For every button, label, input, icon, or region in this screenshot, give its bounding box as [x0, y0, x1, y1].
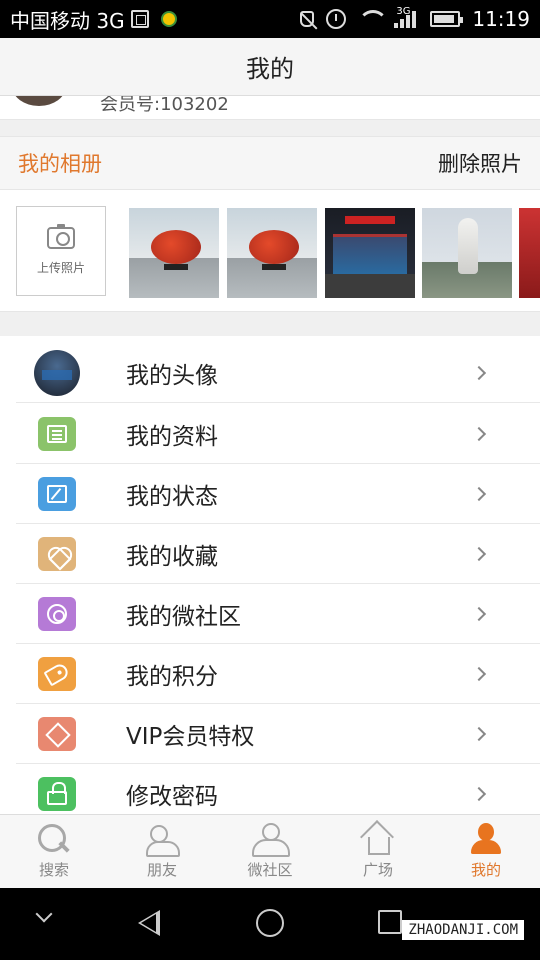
member-number: 会员号:103202 — [100, 96, 229, 115]
friends-icon — [144, 823, 180, 857]
battery-icon — [430, 11, 464, 27]
tab-friends[interactable]: 朋友 — [108, 815, 216, 888]
community-icon — [252, 823, 290, 857]
menu-item-label: 我的状态 — [126, 483, 218, 510]
tab-label: 微社区 — [247, 861, 293, 879]
page-title: 我的 — [246, 55, 294, 83]
search-icon — [36, 823, 72, 855]
profile-doc-icon — [38, 416, 76, 451]
tab-community[interactable]: 微社区 — [216, 815, 324, 888]
chevron-right-icon — [471, 426, 487, 441]
photo-thumbnail[interactable] — [129, 208, 219, 298]
album-strip[interactable]: 上传照片 — [0, 190, 540, 312]
menu-item-favorites[interactable]: 我的收藏 — [16, 524, 540, 584]
menu-item-label: 修改密码 — [126, 783, 218, 810]
album-title: 我的相册 — [18, 152, 102, 176]
carrier-group: 中国移动 3G — [10, 5, 177, 34]
menu-item-change-password[interactable]: 修改密码 — [16, 764, 540, 814]
upload-photo-label: 上传照片 — [36, 260, 85, 275]
community-icon — [38, 596, 76, 631]
menu-item-status[interactable]: 我的状态 — [16, 464, 540, 524]
app-notification-icon — [160, 11, 177, 27]
heart-icon — [38, 536, 76, 571]
system-nav-bar: ZHAODANJI.COM — [0, 888, 540, 960]
status-icons: 3G 11:19 — [300, 6, 530, 31]
lock-icon — [38, 776, 76, 811]
menu-item-community[interactable]: 我的微社区 — [16, 584, 540, 644]
menu-item-vip[interactable]: VIP会员特权 — [16, 704, 540, 764]
menu-item-points[interactable]: 我的积分 — [16, 644, 540, 704]
watermark: ZHAODANJI.COM — [402, 920, 524, 940]
menu-item-label: 我的微社区 — [126, 603, 241, 630]
tab-search[interactable]: 搜索 — [0, 815, 108, 888]
status-bar: 中国移动 3G 3G 11:19 — [0, 0, 540, 38]
album-header: 我的相册 删除照片 — [0, 136, 540, 190]
chevron-right-icon — [471, 365, 487, 380]
tab-label: 广场 — [362, 861, 393, 879]
signal-icon: 3G — [394, 6, 418, 28]
carrier-label: 中国移动 3G — [10, 8, 125, 33]
chevron-right-icon — [471, 726, 487, 741]
settings-menu: 我的头像 我的资料 我的状态 我的收藏 我的微社区 我的积分 VIP会员特权 修… — [0, 336, 540, 814]
chevron-right-icon — [471, 546, 487, 561]
camera-icon — [47, 223, 75, 249]
chevron-right-icon — [471, 486, 487, 501]
alarm-icon — [326, 9, 347, 29]
network-type: 3G — [396, 6, 411, 17]
mute-icon — [300, 11, 315, 27]
member-info: 会员号:103202 — [0, 96, 540, 120]
delete-photos-button[interactable]: 删除照片 — [438, 148, 522, 178]
tag-icon — [38, 656, 76, 691]
edit-status-icon — [38, 476, 76, 511]
diamond-icon — [38, 716, 76, 751]
app-header: 我的 — [0, 38, 540, 96]
chevron-down-icon[interactable] — [35, 905, 53, 923]
image-notification-icon — [130, 10, 149, 28]
photo-thumbnail[interactable] — [422, 208, 512, 298]
avatar-icon — [34, 349, 80, 396]
chevron-right-icon — [471, 606, 487, 621]
clock: 11:19 — [472, 7, 530, 31]
menu-item-label: 我的收藏 — [126, 543, 218, 570]
menu-item-label: 我的资料 — [126, 423, 218, 450]
avatar[interactable] — [12, 96, 66, 106]
chevron-right-icon — [471, 786, 487, 801]
menu-item-label: 我的头像 — [126, 362, 218, 389]
menu-item-label: VIP会员特权 — [126, 723, 255, 750]
section-divider — [0, 120, 540, 136]
section-divider — [0, 312, 540, 336]
menu-item-profile[interactable]: 我的资料 — [16, 404, 540, 464]
photo-thumbnail[interactable] — [519, 208, 540, 298]
photo-thumbnail[interactable] — [325, 208, 415, 298]
photo-thumbnail[interactable] — [227, 208, 317, 298]
tab-label: 搜索 — [38, 861, 69, 879]
tab-me[interactable]: 我的 — [432, 815, 540, 888]
back-icon[interactable] — [138, 910, 160, 936]
tab-plaza[interactable]: 广场 — [324, 815, 432, 888]
menu-item-label: 我的积分 — [126, 663, 218, 690]
wifi-icon — [358, 10, 389, 28]
upload-photo-button[interactable]: 上传照片 — [16, 206, 106, 296]
home-button-icon[interactable] — [256, 909, 284, 937]
menu-item-avatar[interactable]: 我的头像 — [16, 343, 540, 403]
tab-label: 我的 — [470, 861, 501, 879]
user-icon — [468, 823, 504, 855]
recent-apps-icon[interactable] — [378, 910, 402, 934]
chevron-right-icon — [471, 666, 487, 681]
bottom-tab-bar: 搜索 朋友 微社区 广场 我的 — [0, 814, 540, 888]
tab-label: 朋友 — [146, 861, 177, 879]
home-icon — [360, 823, 396, 855]
